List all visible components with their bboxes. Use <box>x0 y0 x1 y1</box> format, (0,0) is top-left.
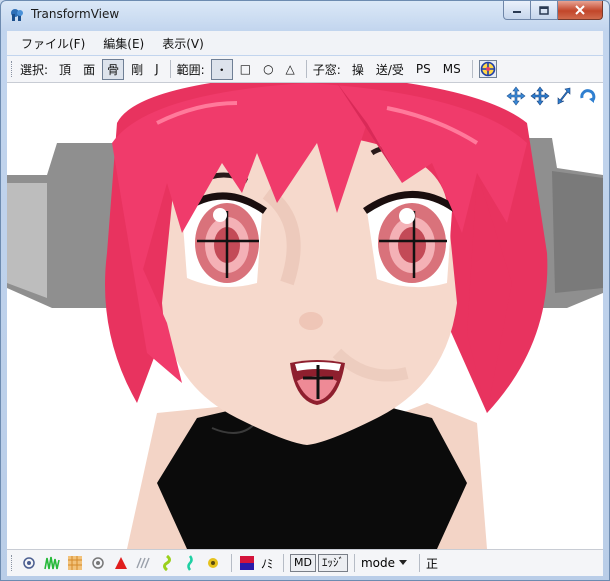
select-face-button[interactable]: 面 <box>78 59 100 80</box>
rotate-icon <box>580 89 596 103</box>
crosshair-target-icon <box>478 60 497 78</box>
color-button[interactable] <box>238 554 256 572</box>
green-spikes-icon <box>44 556 60 570</box>
toolbar-grip[interactable] <box>11 61 15 77</box>
texture-button[interactable] <box>66 554 84 572</box>
select-label: 選択: <box>20 62 49 77</box>
menu-bar: ファイル(F) 編集(E) 表示(V) <box>7 31 603 55</box>
select-bone-button[interactable]: 骨 <box>102 58 125 80</box>
texture-grid-icon <box>68 556 82 570</box>
view-tools <box>505 85 599 107</box>
transform-view-window: TransformView ファイル(F) 編集(E) 表示(V) 選択: 頂 … <box>0 0 610 581</box>
window-title: TransformView <box>31 7 120 21</box>
zoom-arrow-icon <box>557 87 571 105</box>
ring-dot-icon <box>92 557 104 569</box>
move-arrows-icon <box>506 86 526 106</box>
bottom-toolbar-grip[interactable] <box>11 555 15 571</box>
bottom-separator <box>231 554 232 572</box>
nomi-label[interactable]: ﾉﾐ <box>261 555 273 572</box>
target-dot-icon <box>23 557 35 569</box>
toolbar-separator <box>471 60 473 78</box>
green-curve-icon <box>163 555 171 571</box>
select-vertex-button[interactable]: 頂 <box>54 59 76 80</box>
model-render <box>7 83 603 549</box>
view-move-button[interactable] <box>529 85 551 107</box>
yellow-sphere-icon <box>208 558 218 568</box>
grass-button[interactable] <box>43 554 61 572</box>
toolbar-separator <box>169 60 171 78</box>
menu-file[interactable]: ファイル(F) <box>21 35 85 52</box>
child-window-label: 子窓: <box>312 62 341 77</box>
md-button[interactable]: MD <box>290 554 316 572</box>
mode-dropdown-label: mode <box>360 556 396 570</box>
bottom-separator <box>353 554 355 572</box>
wave-button[interactable] <box>181 554 199 572</box>
app-icon <box>11 9 23 21</box>
menu-edit[interactable]: 編集(E) <box>103 35 144 52</box>
target-dot-button[interactable] <box>20 554 38 572</box>
child-ms-button[interactable]: MS <box>438 60 466 78</box>
maximize-button[interactable] <box>531 1 558 20</box>
minimize-button[interactable] <box>503 1 531 20</box>
title-bar: TransformView <box>1 1 609 29</box>
color-square-icon <box>240 556 254 570</box>
toolbar: 選択: 頂 面 骨 剛 J 範囲: ・ □ ○ △ 子窓: 操 送/受 PS M… <box>7 56 603 83</box>
hatch-lines-icon <box>136 557 150 569</box>
mode-dropdown[interactable]: mode <box>360 556 408 570</box>
menu-view[interactable]: 表示(V) <box>162 35 204 52</box>
select-joint-button[interactable]: J <box>150 60 164 78</box>
red-triangle-icon <box>115 557 127 569</box>
range-triangle-button[interactable]: △ <box>281 60 300 78</box>
select-rigid-button[interactable]: 剛 <box>126 59 148 80</box>
3d-viewport[interactable] <box>7 83 603 549</box>
view-pan-button[interactable] <box>505 85 527 107</box>
teal-wave-icon <box>187 555 193 571</box>
toolbar-separator <box>305 60 307 78</box>
move-cross-icon <box>530 86 550 106</box>
sei-button[interactable]: 正 <box>426 555 438 572</box>
view-zoom-button[interactable] <box>553 85 575 107</box>
bottom-toolbar: ﾉﾐ MD ｴｯｼﾞ mode 正 <box>7 549 603 576</box>
child-send-receive-button[interactable]: 送/受 <box>371 59 409 80</box>
hatch-button[interactable] <box>135 554 153 572</box>
close-icon <box>575 5 585 15</box>
child-operate-button[interactable]: 操 <box>347 59 369 80</box>
caption-buttons <box>503 1 603 21</box>
view-rotate-button[interactable] <box>577 85 599 107</box>
close-button[interactable] <box>558 1 603 20</box>
sphere-button[interactable] <box>204 554 222 572</box>
right-eye <box>363 191 458 288</box>
range-circle-button[interactable]: ○ <box>258 60 278 78</box>
nose <box>299 312 323 330</box>
child-ps-button[interactable]: PS <box>411 60 436 78</box>
minimize-icon <box>513 11 521 13</box>
bottom-separator <box>419 554 421 572</box>
edge-button[interactable]: ｴｯｼﾞ <box>317 554 348 572</box>
triangle-button[interactable] <box>112 554 130 572</box>
range-rect-button[interactable]: □ <box>235 60 256 78</box>
range-point-button[interactable]: ・ <box>210 58 233 80</box>
maximize-icon <box>539 5 549 15</box>
dropdown-arrow-icon <box>399 560 408 565</box>
target-button[interactable] <box>478 60 497 78</box>
point-button[interactable] <box>89 554 107 572</box>
curve-button[interactable] <box>158 554 176 572</box>
bottom-separator <box>283 554 285 572</box>
range-label: 範囲: <box>176 62 205 77</box>
